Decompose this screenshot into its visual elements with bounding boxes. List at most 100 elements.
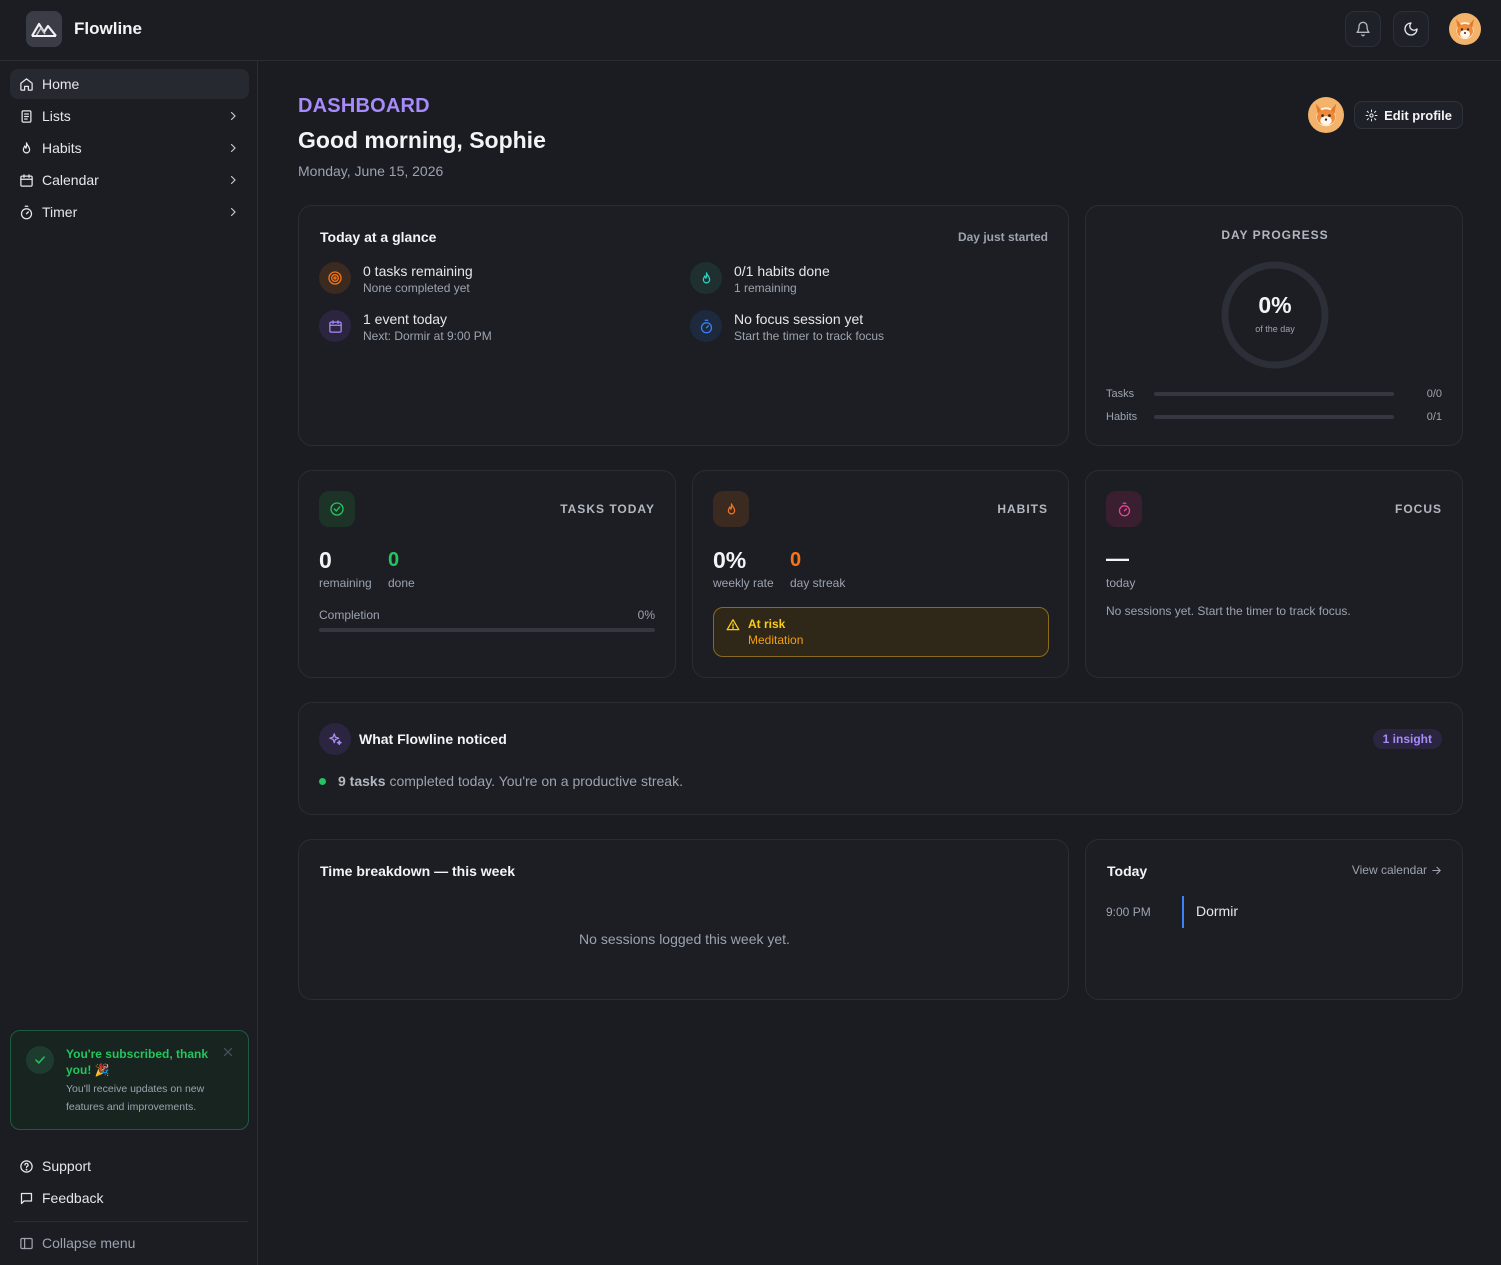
habits-rate-value: 0%	[713, 547, 747, 573]
event-name[interactable]: Dormir	[1196, 903, 1238, 919]
close-icon[interactable]	[222, 1046, 234, 1058]
insights-title: What Flowline noticed	[359, 731, 507, 747]
sidebar-item-habits[interactable]: Habits	[10, 133, 249, 163]
target-icon	[319, 262, 351, 294]
glance-item-sub: Start the timer to track focus	[734, 329, 885, 343]
glance-item-sub: 1 remaining	[734, 281, 797, 295]
support-link[interactable]: Support	[10, 1151, 249, 1181]
sidebar-item-calendar[interactable]: Calendar	[10, 165, 249, 195]
flowline-logo-icon	[26, 11, 62, 47]
insight-count-badge: 1 insight	[1372, 729, 1442, 749]
insight-item: 9 tasks completed today. You're on a pro…	[319, 773, 683, 789]
at-risk-habit: Meditation	[748, 633, 804, 647]
collapse-menu-button[interactable]: Collapse menu	[10, 1228, 249, 1258]
completion-bar	[319, 628, 655, 632]
tasks-today-card[interactable]: TASKS TODAY 0 remaining 0 done Completio…	[298, 470, 676, 678]
feedback-label: Feedback	[42, 1190, 104, 1206]
tasks-today-label: TASKS TODAY	[560, 502, 655, 516]
page-eyebrow: DASHBOARD	[298, 95, 430, 117]
sidebar-panel-icon	[20, 1237, 33, 1249]
avatar[interactable]	[1308, 97, 1345, 133]
focus-value-label: today	[1106, 576, 1136, 590]
flame-icon	[690, 262, 722, 294]
sidebar-item-home[interactable]: Home	[10, 69, 249, 99]
bell-icon	[1356, 21, 1370, 37]
edit-profile-button[interactable]: Edit profile	[1354, 101, 1463, 129]
habits-card[interactable]: HABITS 0% weekly rate 0 day streak At ri…	[692, 470, 1069, 678]
focus-message: No sessions yet. Start the timer to trac…	[1106, 604, 1351, 618]
flame-icon	[713, 491, 749, 527]
progress-row-label: Tasks	[1106, 388, 1135, 400]
chevron-right-icon	[230, 143, 236, 153]
time-breakdown-empty: No sessions logged this week yet.	[579, 931, 790, 947]
at-risk-title: At risk	[748, 617, 786, 631]
glance-item-sub: None completed yet	[363, 281, 470, 295]
top-bar: Flowline	[0, 0, 1501, 61]
habits-streak-label: day streak	[790, 576, 846, 590]
timer-icon	[20, 205, 33, 219]
day-progress-ring: 0% of the day	[1220, 260, 1330, 370]
day-progress-sub: of the day	[1255, 324, 1295, 334]
tasks-done-label: done	[388, 576, 415, 590]
collapse-menu-label: Collapse menu	[42, 1235, 136, 1251]
progress-row-label: Habits	[1106, 411, 1138, 423]
progress-row-tasks: Tasks 0/0	[1106, 387, 1442, 401]
glance-item-title: No focus session yet	[734, 311, 864, 327]
moon-icon	[1404, 22, 1418, 36]
progress-row-value: 0/1	[1426, 411, 1442, 423]
gear-icon	[1365, 109, 1378, 121]
calendar-icon	[20, 173, 33, 187]
sidebar-item-label: Lists	[42, 108, 71, 124]
completion-value: 0%	[637, 608, 655, 622]
sidebar-item-label: Home	[42, 76, 80, 92]
glance-item-title: 1 event today	[363, 311, 448, 327]
focus-card[interactable]: FOCUS — today No sessions yet. Start the…	[1085, 470, 1463, 678]
completion-row: Completion 0%	[319, 608, 655, 622]
flame-icon	[22, 141, 31, 153]
toast-title: You're subscribed, thank you! 🎉	[66, 1047, 208, 1077]
fox-avatar-icon	[1315, 103, 1337, 126]
warning-icon	[726, 619, 740, 631]
at-risk-banner[interactable]: At risk Meditation	[713, 607, 1049, 657]
glance-item-focus: No focus session yet Start the timer to …	[690, 310, 884, 344]
glance-item-sub: Next: Dormir at 9:00 PM	[363, 329, 492, 343]
glance-item-events: 1 event today Next: Dormir at 9:00 PM	[319, 310, 492, 344]
time-breakdown-card: Time breakdown — this week No sessions l…	[298, 839, 1069, 1000]
brand[interactable]: Flowline	[26, 11, 142, 47]
support-label: Support	[42, 1158, 92, 1174]
insight-text: completed today. You're on a productive …	[389, 773, 683, 789]
theme-toggle-button[interactable]	[1393, 11, 1429, 47]
notifications-button[interactable]	[1345, 11, 1381, 47]
focus-label: FOCUS	[1395, 502, 1442, 516]
focus-value: —	[1106, 545, 1129, 571]
tasks-remaining-value: 0	[319, 547, 332, 573]
check-circle-icon	[319, 491, 355, 527]
timer-icon	[690, 310, 722, 342]
feedback-link[interactable]: Feedback	[10, 1183, 249, 1213]
subscription-toast: You're subscribed, thank you! 🎉 You'll r…	[10, 1030, 249, 1130]
user-avatar-button[interactable]	[1449, 13, 1481, 45]
glance-item-title: 0 tasks remaining	[363, 263, 473, 279]
sidebar: Home Lists Habits Calendar Timer You're …	[0, 61, 258, 1265]
chevron-right-icon	[230, 111, 236, 121]
message-square-icon	[20, 1192, 33, 1204]
sidebar-item-label: Calendar	[42, 172, 99, 188]
today-title: Today	[1107, 863, 1148, 879]
chevron-right-icon	[230, 207, 236, 217]
view-calendar-link[interactable]: View calendar	[1352, 863, 1442, 877]
glance-item-tasks: 0 tasks remaining None completed yet	[319, 262, 473, 296]
fox-avatar-icon	[1456, 19, 1474, 38]
current-date: Monday, June 15, 2026	[298, 163, 444, 179]
day-progress-label: DAY PROGRESS	[1221, 228, 1329, 242]
sidebar-item-lists[interactable]: Lists	[10, 101, 249, 131]
page-title: Good morning, Sophie	[298, 127, 546, 153]
edit-profile-label: Edit profile	[1384, 107, 1452, 123]
divider	[14, 1221, 248, 1222]
sidebar-item-label: Habits	[42, 140, 82, 156]
sidebar-item-timer[interactable]: Timer	[10, 197, 249, 227]
day-progress-value: 0%	[1258, 292, 1292, 318]
event-time: 9:00 PM	[1106, 905, 1151, 919]
status-dot	[319, 777, 326, 785]
app-name: Flowline	[74, 19, 142, 38]
calendar-icon	[319, 310, 351, 342]
